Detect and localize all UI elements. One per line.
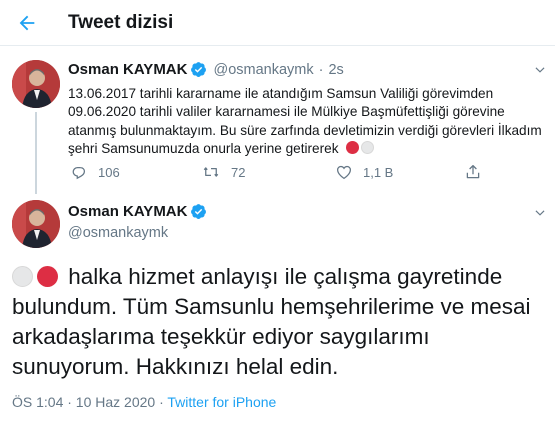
red-circle-emoji	[346, 140, 360, 154]
author-handle[interactable]: @osmankaymk	[68, 225, 168, 241]
tweet1-body: 13.06.2017 tarihli kararname ile atandığ…	[68, 86, 542, 156]
tweet-source-link[interactable]: Twitter for iPhone	[167, 394, 276, 410]
tweet2-author-name-row: Osman KAYMAK	[68, 203, 207, 220]
author-name[interactable]: Osman KAYMAK	[68, 203, 187, 220]
share-icon	[466, 164, 480, 179]
avatar[interactable]	[12, 200, 60, 248]
chevron-down-icon	[535, 67, 545, 73]
tweet1-author-row: Osman KAYMAK @osmankaymk · 2s	[68, 61, 344, 78]
tweet2-text: halka hizmet anlayışı ile çalışma gayret…	[12, 262, 547, 382]
retweet-count: 72	[231, 164, 246, 180]
tweet1-actions: 106 72 1,1 B	[68, 163, 538, 185]
chevron-down-icon	[535, 210, 545, 216]
reply-count: 106	[98, 164, 120, 180]
author-handle[interactable]: @osmankaymk	[213, 62, 313, 78]
tweet-time[interactable]: 2s	[328, 62, 343, 78]
retweet-icon	[203, 167, 219, 177]
red-circle-emoji	[37, 266, 58, 287]
avatar-image	[12, 200, 60, 248]
verified-badge-icon	[190, 61, 207, 78]
back-button[interactable]	[10, 6, 44, 40]
author-name[interactable]: Osman KAYMAK	[68, 61, 187, 78]
reply-button[interactable]: 106	[70, 163, 120, 181]
like-button[interactable]: 1,1 B	[335, 163, 393, 181]
tweet-menu-button[interactable]	[530, 203, 550, 223]
reply-icon	[72, 167, 86, 180]
tweet2-body: halka hizmet anlayışı ile çalışma gayret…	[12, 264, 531, 379]
tweet1-text: 13.06.2017 tarihli kararname ile atandığ…	[68, 85, 546, 158]
separator: ·	[318, 61, 324, 78]
tweet-menu-button[interactable]	[530, 60, 550, 80]
like-icon	[336, 165, 352, 180]
tweet-metadata: ÖS 1:04 · 10 Haz 2020 · Twitter for iPho…	[12, 394, 276, 410]
thread-header: Tweet dizisi	[0, 0, 555, 46]
verified-badge-icon	[190, 203, 207, 220]
white-circle-emoji	[361, 140, 375, 154]
avatar[interactable]	[12, 60, 60, 108]
tweet2-handle-row: @osmankaymk	[68, 225, 168, 241]
avatar-image	[12, 60, 60, 108]
page-title: Tweet dizisi	[68, 12, 174, 33]
tweet-timestamp[interactable]: ÖS 1:04 · 10 Haz 2020 ·	[12, 394, 167, 410]
share-button[interactable]	[464, 163, 482, 181]
like-count: 1,1 B	[363, 164, 394, 180]
white-circle-emoji	[12, 266, 33, 287]
retweet-button[interactable]: 72	[201, 163, 245, 181]
back-arrow-icon	[19, 15, 35, 31]
thread-connector-line	[35, 112, 37, 194]
